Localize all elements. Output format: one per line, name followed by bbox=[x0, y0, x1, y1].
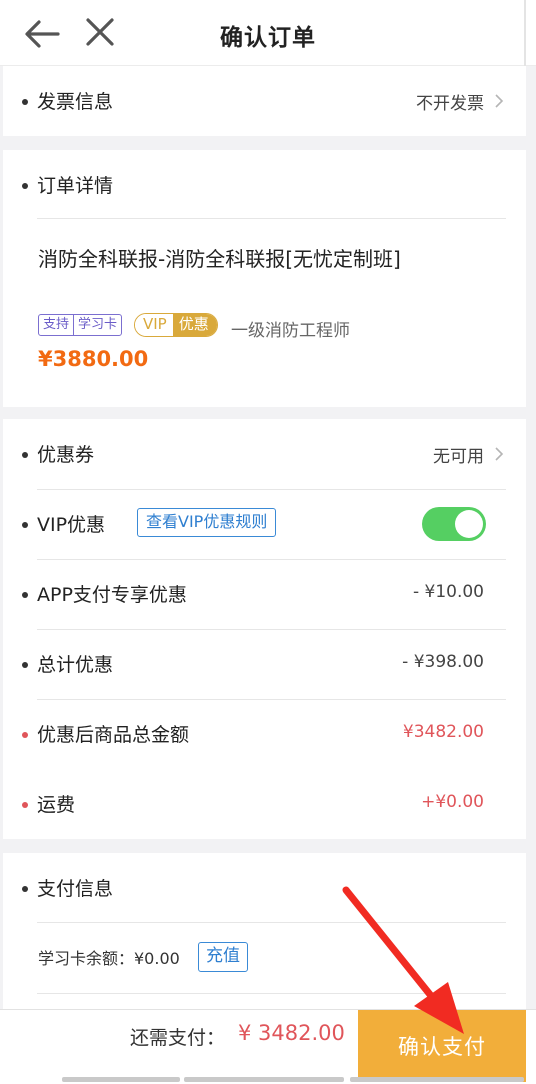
toggle-knob bbox=[455, 510, 483, 538]
shipping-value: +¥0.00 bbox=[421, 792, 484, 812]
app-discount-value: - ¥10.00 bbox=[412, 582, 484, 602]
page-title: 确认订单 bbox=[220, 25, 316, 51]
order-details-card: 订单详情 消防全科联报-消防全科联报[无忧定制班] 支持 学习卡 VIP 优惠 … bbox=[3, 150, 526, 407]
vip-discount-tag: VIP 优惠 bbox=[134, 313, 218, 337]
order-details-header: 订单详情 bbox=[3, 150, 526, 220]
divider bbox=[37, 218, 506, 219]
total-discount-value: - ¥398.00 bbox=[402, 652, 484, 672]
amount-due-label: 还需支付： bbox=[130, 1027, 226, 1049]
app-discount-row: APP支付专享优惠 - ¥10.00 bbox=[3, 559, 526, 629]
divider bbox=[37, 922, 506, 923]
vip-rules-link[interactable]: 查看VIP优惠规则 bbox=[137, 508, 277, 537]
bottom-pay-bar: 还需支付： ¥ 3482.00 确认支付 bbox=[0, 1009, 536, 1084]
home-indicator-segment bbox=[184, 1077, 344, 1082]
card-tag-text: 学习卡 bbox=[73, 315, 121, 335]
total-discount-row: 总计优惠 - ¥398.00 bbox=[3, 629, 526, 699]
bullet-dot bbox=[22, 522, 28, 528]
coupon-value: 无可用 bbox=[433, 447, 484, 467]
invoice-card: 发票信息 不开发票 bbox=[3, 66, 526, 136]
shipping-row: 运费 +¥0.00 bbox=[3, 769, 526, 839]
vip-tag-text: VIP bbox=[135, 314, 173, 336]
chevron-right-icon bbox=[495, 447, 504, 461]
after-discount-label: 优惠后商品总金额 bbox=[37, 724, 190, 746]
bullet-dot bbox=[22, 732, 28, 738]
vip-discount-toggle[interactable] bbox=[422, 507, 486, 541]
order-details-label: 订单详情 bbox=[37, 175, 114, 197]
support-tag-text: 支持 bbox=[43, 317, 70, 332]
invoice-value: 不开发票 bbox=[416, 94, 484, 114]
home-indicator-segment bbox=[350, 1077, 524, 1082]
bullet-dot bbox=[22, 662, 28, 668]
coupon-row[interactable]: 优惠券 无可用 bbox=[3, 419, 526, 489]
amount-due-value: ¥ 3482.00 bbox=[238, 1021, 345, 1045]
discount-tag-text: 优惠 bbox=[172, 314, 217, 336]
scroll-edge bbox=[524, 0, 526, 66]
vip-discount-row: VIP优惠 查看VIP优惠规则 bbox=[3, 489, 526, 559]
discounts-card: 优惠券 无可用 VIP优惠 查看VIP优惠规则 APP支付专享优惠 - ¥10.… bbox=[3, 419, 526, 839]
invoice-label: 发票信息 bbox=[37, 91, 114, 113]
vip-discount-label: VIP优惠 bbox=[37, 514, 106, 536]
payment-header: 支付信息 bbox=[3, 853, 526, 923]
support-card-tag: 支持 学习卡 bbox=[38, 314, 123, 336]
coupon-label: 优惠券 bbox=[37, 444, 95, 466]
shipping-label: 运费 bbox=[37, 794, 76, 816]
invoice-row[interactable]: 发票信息 不开发票 bbox=[3, 66, 526, 136]
payment-card: 支付信息 学习卡余额：¥0.00 充值 bbox=[3, 853, 526, 1013]
bullet-dot bbox=[22, 452, 28, 458]
top-bar: 确认订单 bbox=[0, 0, 536, 66]
recharge-button[interactable]: 充值 bbox=[198, 942, 248, 972]
chevron-right-icon bbox=[495, 94, 504, 108]
after-discount-value: ¥3482.00 bbox=[402, 722, 484, 742]
product-category: 一级消防工程师 bbox=[231, 321, 350, 341]
after-discount-row: 优惠后商品总金额 ¥3482.00 bbox=[3, 699, 526, 769]
app-discount-label: APP支付专享优惠 bbox=[37, 584, 187, 606]
bullet-dot bbox=[22, 183, 28, 189]
total-discount-label: 总计优惠 bbox=[37, 654, 114, 676]
home-indicator-segment bbox=[62, 1077, 180, 1082]
product-title: 消防全科联报-消防全科联报[无忧定制班] bbox=[38, 247, 401, 271]
bullet-dot bbox=[22, 886, 28, 892]
divider bbox=[37, 993, 506, 994]
product-price: ¥3880.00 bbox=[38, 347, 149, 371]
confirm-pay-button[interactable]: 确认支付 bbox=[358, 1010, 526, 1082]
bullet-dot bbox=[22, 99, 28, 105]
bullet-dot bbox=[22, 592, 28, 598]
payment-label: 支付信息 bbox=[37, 878, 114, 900]
study-card-balance: 学习卡余额：¥0.00 bbox=[38, 949, 180, 968]
bullet-dot bbox=[22, 802, 28, 808]
